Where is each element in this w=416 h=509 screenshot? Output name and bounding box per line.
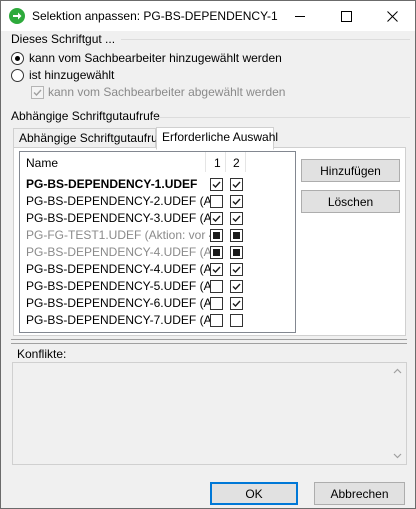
row-checkbox-2[interactable] [230, 246, 243, 259]
list-item-name: PG-BS-DEPENDENCY-2.UDEF (Ak [26, 194, 210, 208]
column-header-2[interactable]: 2 [233, 156, 240, 170]
radio-is-selected[interactable] [11, 69, 24, 82]
conflicts-label: Konflikte: [17, 347, 67, 361]
row-checkbox-1[interactable] [210, 263, 223, 276]
ok-button-label: OK [245, 486, 263, 501]
delete-button-label: Löschen [327, 194, 374, 209]
row-checkbox-1[interactable] [210, 246, 223, 259]
list-item[interactable]: PG-BS-DEPENDENCY-6.UDEF (Ak [20, 295, 295, 312]
list-item-name: PG-BS-DEPENDENCY-1.UDEF [26, 177, 198, 191]
chevron-down-icon [393, 453, 402, 459]
row-checkbox-1[interactable] [210, 195, 223, 208]
row-checkbox-2[interactable] [230, 178, 243, 191]
ok-button[interactable]: OK [210, 482, 298, 505]
schriftgut-heading: Dieses Schriftgut ... [11, 32, 116, 46]
tab-dependent-calls[interactable]: Abhängige Schriftgutaufrufe [13, 128, 168, 149]
group-divider [153, 117, 410, 118]
checkmark-icon [232, 198, 241, 206]
green-arrow-icon [9, 8, 25, 24]
cancel-button-label: Abbrechen [330, 486, 389, 501]
checkmark-icon [232, 215, 241, 223]
maximize-button[interactable] [323, 1, 369, 31]
checkmark-icon [232, 300, 241, 308]
row-checkbox-2[interactable] [230, 297, 243, 310]
close-button[interactable] [369, 1, 415, 31]
dialog-window: Selektion anpassen: PG-BS-DEPENDENCY-1 D… [0, 0, 416, 509]
dependency-list[interactable]: Name 1 2 PG-BS-DEPENDENCY-1.UDEF PG-BS-DE… [19, 151, 296, 333]
cancel-button[interactable]: Abbrechen [314, 482, 405, 505]
window-title: Selektion anpassen: PG-BS-DEPENDENCY-1 [32, 9, 278, 23]
scroll-up-button[interactable] [390, 364, 405, 379]
row-checkbox-1[interactable] [210, 229, 223, 242]
deselectable-by-clerk-checkbox[interactable] [31, 86, 44, 99]
radio-selectable-by-clerk-label[interactable]: kann vom Sachbearbeiter hinzugewählt wer… [29, 51, 282, 65]
row-checkbox-1[interactable] [210, 212, 223, 225]
checkmark-icon [33, 89, 42, 97]
row-checkbox-1[interactable] [210, 280, 223, 293]
list-item-name: PG-BS-DEPENDENCY-6.UDEF (Ak [26, 296, 210, 310]
row-checkbox-2[interactable] [230, 263, 243, 276]
row-checkbox-1[interactable] [210, 297, 223, 310]
list-item[interactable]: PG-BS-DEPENDENCY-3.UDEF (Ak [20, 210, 295, 227]
column-separator [245, 152, 246, 172]
tab-required-selection-label: Erforderliche Auswahl [162, 130, 279, 144]
tab-dependent-calls-label: Abhängige Schriftgutaufrufe [19, 131, 168, 145]
tab-required-selection[interactable]: Erforderliche Auswahl [156, 127, 278, 150]
checkmark-icon [212, 266, 221, 274]
radio-is-selected-label[interactable]: ist hinzugewählt [29, 68, 114, 82]
row-checkbox-2[interactable] [230, 195, 243, 208]
close-icon [386, 10, 398, 22]
checkmark-icon [212, 181, 221, 189]
row-checkbox-2[interactable] [230, 314, 243, 327]
conflicts-textarea[interactable] [12, 362, 407, 465]
list-item-name: PG-BS-DEPENDENCY-4.UDEF (Ak [26, 245, 210, 259]
deselectable-by-clerk-label: kann vom Sachbearbeiter abgewählt werden [48, 85, 286, 99]
checkmark-icon [232, 266, 241, 274]
list-item[interactable]: PG-BS-DEPENDENCY-2.UDEF (Ak [20, 193, 295, 210]
row-checkbox-2[interactable] [230, 280, 243, 293]
checkmark-icon [232, 181, 241, 189]
row-checkbox-1[interactable] [210, 178, 223, 191]
list-item[interactable]: PG-BS-DEPENDENCY-5.UDEF (Ak [20, 278, 295, 295]
section-divider [121, 39, 410, 40]
dependencies-group-label: Abhängige Schriftgutaufrufe [11, 109, 160, 123]
column-header-name[interactable]: Name [26, 156, 58, 170]
add-button[interactable]: Hinzufügen [301, 159, 400, 182]
checkmark-icon [232, 283, 241, 291]
row-checkbox-2[interactable] [230, 229, 243, 242]
checkmark-icon [212, 215, 221, 223]
column-separator [205, 152, 206, 172]
delete-button[interactable]: Löschen [301, 190, 400, 213]
list-item[interactable]: PG-BS-DEPENDENCY-4.UDEF (Ak [20, 261, 295, 278]
splitter-handle[interactable] [11, 339, 407, 344]
add-button-label: Hinzufügen [320, 163, 381, 178]
scroll-down-button[interactable] [390, 448, 405, 463]
list-item-name: PG-BS-DEPENDENCY-7.UDEF (Ak [26, 313, 210, 327]
minimize-button[interactable] [277, 1, 323, 31]
radio-selectable-by-clerk[interactable] [11, 52, 24, 65]
list-item-name: PG-BS-DEPENDENCY-4.UDEF (Ak [26, 262, 210, 276]
list-item[interactable]: PG-BS-DEPENDENCY-7.UDEF (Ak [20, 312, 295, 329]
row-checkbox-2[interactable] [230, 212, 243, 225]
row-checkbox-1[interactable] [210, 314, 223, 327]
list-item-name: PG-BS-DEPENDENCY-5.UDEF (Ak [26, 279, 210, 293]
title-bar[interactable]: Selektion anpassen: PG-BS-DEPENDENCY-1 [1, 1, 415, 31]
list-item[interactable]: PG-FG-TEST1.UDEF (Aktion: vor 4 ... [20, 227, 295, 244]
column-separator [225, 152, 226, 172]
list-item[interactable]: PG-BS-DEPENDENCY-4.UDEF (Ak [20, 244, 295, 261]
list-item[interactable]: PG-BS-DEPENDENCY-1.UDEF [20, 176, 295, 193]
list-item-name: PG-FG-TEST1.UDEF (Aktion: vor 4 ... [26, 228, 210, 242]
minimize-icon [295, 15, 305, 17]
list-item-name: PG-BS-DEPENDENCY-3.UDEF (Ak [26, 211, 210, 225]
chevron-up-icon [393, 368, 402, 374]
column-header-1[interactable]: 1 [214, 156, 221, 170]
maximize-icon [340, 10, 352, 22]
